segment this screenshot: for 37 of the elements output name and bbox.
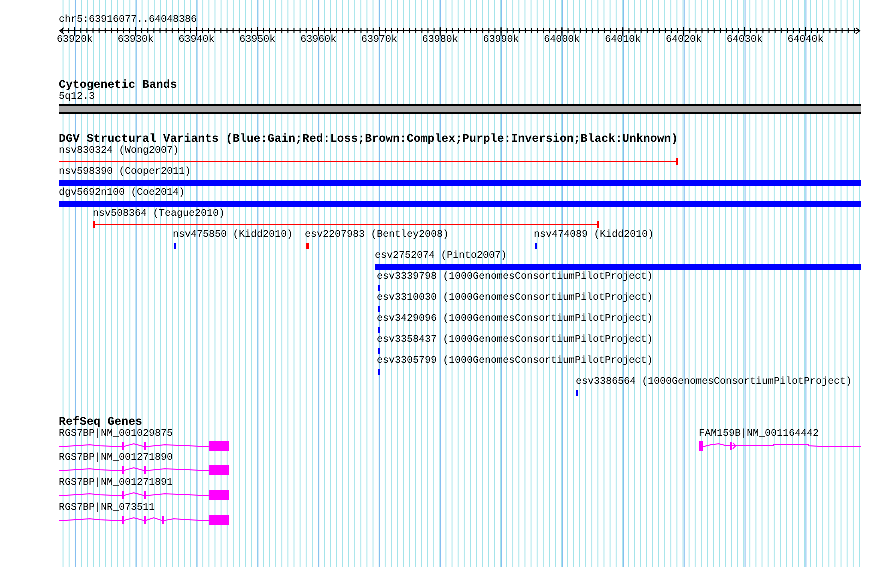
gene-label: RGS7BP|NR_073511: [59, 503, 156, 515]
ruler-tick-label: 63980k: [422, 35, 458, 47]
variant-label: nsv598390 (Cooper2011): [59, 167, 192, 179]
gene-label: FAM159B|NM_001164442: [699, 429, 820, 441]
variant-label: esv3305799 (1000GenomesConsortiumPilotProject): [377, 356, 654, 368]
ruler-tick-label: 63990k: [483, 35, 520, 47]
ruler-tick-label: 63920k: [57, 35, 93, 47]
variant-label: esv3358437 (1000GenomesConsortiumPilotProject): [377, 335, 654, 347]
region-coordinates: chr5:63916077..64048386: [59, 15, 198, 27]
variant-label: dgv5692n100 (Coe2014): [59, 188, 186, 200]
ruler-tick-label: 64000k: [544, 35, 580, 47]
variant-label: esv3339798 (1000GenomesConsortiumPilotProject): [377, 272, 654, 284]
track-title: RefSeq Genes: [59, 417, 142, 429]
ruler-tick-label: 63950k: [240, 35, 276, 47]
variant-label: nsv474089 (Kidd2010): [534, 230, 654, 242]
ruler-tick-label: 63940k: [178, 35, 215, 47]
ruler-tick-label: 64010k: [605, 35, 642, 47]
track-title: DGV Structural Variants (Blue:Gain;Red:Loss;Brown:Complex;Purple:Inversion;Black:Unknown): [59, 134, 680, 146]
variant-label: esv3310030 (1000GenomesConsortiumPilotProject): [377, 293, 654, 305]
variant-label: nsv475850 (Kidd2010): [173, 230, 294, 242]
variant-label: esv2207983 (Bentley2008): [305, 230, 450, 242]
gene-label: RGS7BP|NM_001029875: [59, 429, 174, 441]
ruler-tick-label: 64020k: [666, 35, 702, 47]
ruler-tick-label: 63960k: [300, 35, 337, 47]
gene-label: RGS7BP|NM_001271890: [59, 453, 174, 465]
variant-label: esv2752074 (Pinto2007): [375, 251, 508, 263]
ruler-tick-label: 64040k: [788, 35, 824, 47]
ruler-tick-label: 63930k: [118, 35, 154, 47]
gene-label: RGS7BP|NM_001271891: [59, 478, 174, 490]
variant-label: esv3429096 (1000GenomesConsortiumPilotProject): [377, 314, 654, 326]
ruler-tick-label: 63970k: [362, 35, 398, 47]
track-title: Cytogenetic Bands: [59, 80, 178, 92]
variant-label: nsv830324 (Wong2007): [59, 146, 180, 158]
ruler-tick-label: 64030k: [726, 35, 763, 47]
variant-label: nsv508364 (Teague2010): [93, 209, 226, 221]
variant-label: esv3386564 (1000GenomesConsortiumPilotProject): [576, 377, 852, 389]
band-label: 5q12.3: [59, 92, 96, 104]
